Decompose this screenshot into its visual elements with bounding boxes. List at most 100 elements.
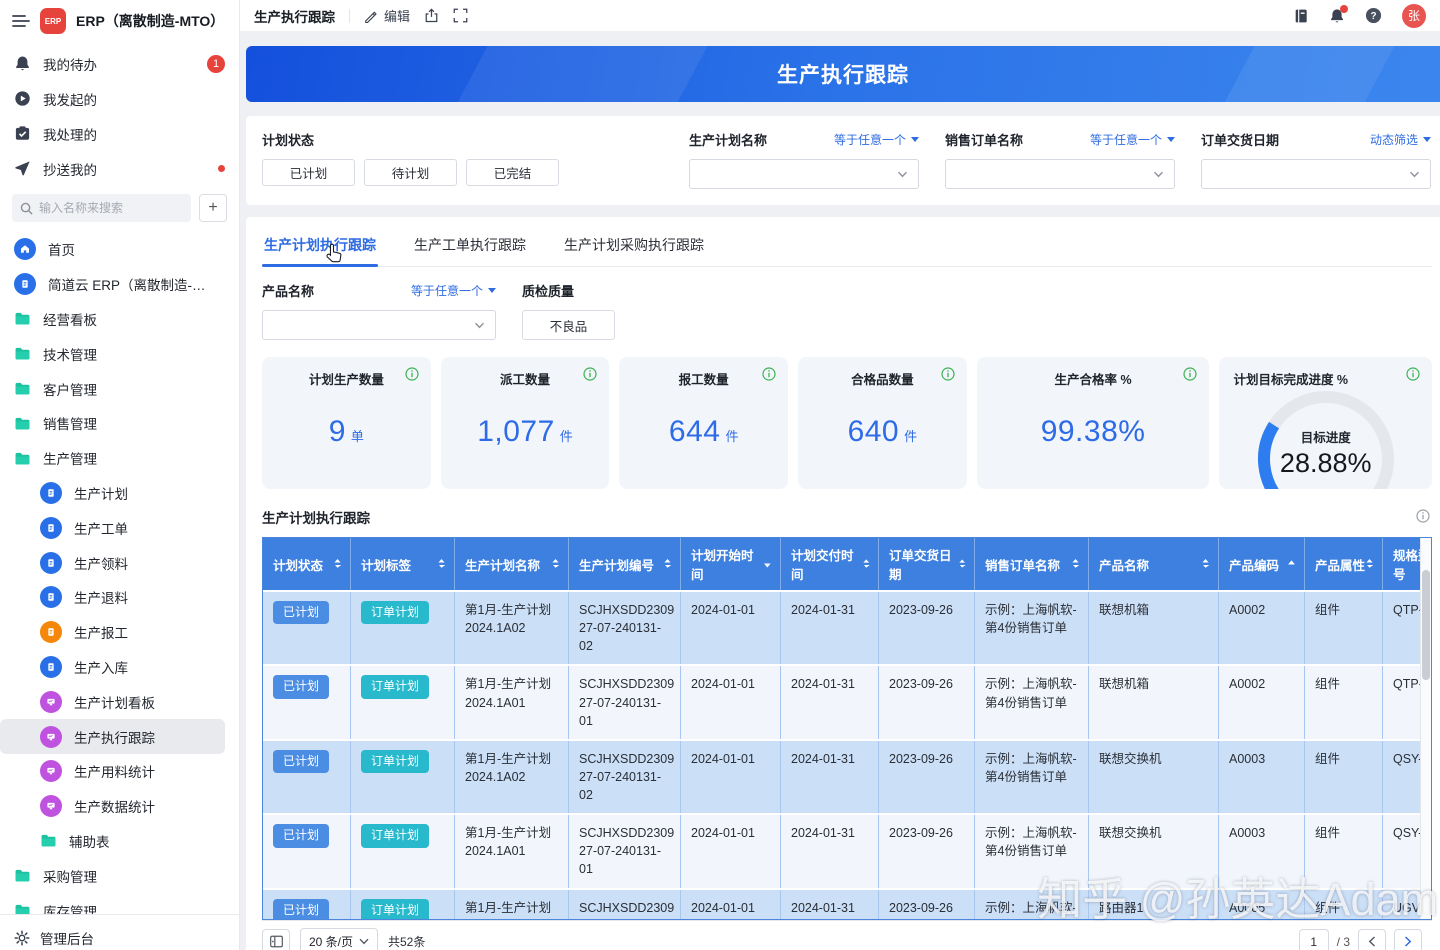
quick-item-task[interactable]: 我处理的	[0, 116, 239, 151]
stat-card-target-progress: 计划目标完成进度 % 目标进度 28.88%	[1219, 357, 1432, 489]
column-label: 计划交付时间	[791, 545, 862, 583]
sidebar-item[interactable]: 简道云 ERP（离散制造-MTO）…	[0, 267, 225, 302]
cell-start-date: 2024-01-01	[681, 666, 781, 738]
delivery-date-operator[interactable]: 动态筛选	[1370, 131, 1431, 148]
sidebar-search[interactable]	[12, 194, 191, 222]
table-row[interactable]: 已计划订单计划第1月-生产计划 2024.1A01SCJHXSDD2309 27…	[263, 664, 1432, 738]
status-option-button[interactable]: 已计划	[262, 159, 355, 186]
help-button[interactable]: ?	[1365, 7, 1382, 24]
info-icon[interactable]	[405, 367, 419, 384]
info-icon[interactable]	[941, 367, 955, 384]
column-header[interactable]: 生产计划名称	[455, 538, 569, 590]
table-scrollbar[interactable]	[1420, 538, 1431, 919]
export-button[interactable]	[424, 8, 439, 23]
stat-value: 1,077件	[441, 415, 610, 449]
table-row[interactable]: 已计划订单计划第1月-生产计划 2024.1A02SCJHXSDD2309 27…	[263, 888, 1432, 921]
table-row[interactable]: 已计划订单计划第1月-生产计划 2024.1A02SCJHXSDD2309 27…	[263, 590, 1432, 664]
quick-item-bell[interactable]: 我的待办1	[0, 46, 239, 81]
sidebar-item[interactable]: 库存管理	[0, 893, 225, 914]
column-header[interactable]: 计划开始时间	[681, 538, 781, 590]
tab-purchase-tracking[interactable]: 生产计划采购执行跟踪	[562, 229, 706, 266]
sidebar-item-label: 生产数据统计	[74, 796, 155, 816]
info-icon[interactable]	[1183, 367, 1197, 384]
sidebar-item[interactable]: 生产入库	[0, 650, 225, 685]
edit-button[interactable]: 编辑	[364, 6, 410, 25]
sidebar-item[interactable]: 生产用料统计	[0, 754, 225, 789]
status-option-button[interactable]: 待计划	[364, 159, 457, 186]
cell-delivery-date: 2023-09-26	[879, 592, 975, 664]
stat-value: 9单	[262, 415, 431, 449]
plan-name-operator[interactable]: 等于任意一个	[834, 131, 919, 148]
plan-name-select[interactable]	[689, 159, 919, 189]
stat-value: 99.38%	[977, 415, 1210, 449]
app-logo: ERP	[40, 8, 66, 34]
tab-workorder-tracking[interactable]: 生产工单执行跟踪	[412, 229, 528, 266]
page-size-select[interactable]: 20 条/页	[300, 928, 378, 950]
sidebar-item[interactable]: 销售管理	[0, 406, 225, 441]
order-name-select[interactable]	[945, 159, 1175, 189]
scrollbar-thumb[interactable]	[1422, 570, 1430, 680]
table-row[interactable]: 已计划订单计划第1月-生产计划 2024.1A01SCJHXSDD2309 27…	[263, 813, 1432, 887]
prev-page-button[interactable]	[1358, 929, 1386, 950]
play-icon	[14, 90, 31, 107]
plan-tag-badge: 订单计划	[361, 601, 429, 624]
cell-due-date: 2024-01-31	[781, 741, 879, 813]
sidebar-item[interactable]: 生产计划	[0, 476, 225, 511]
sort-icon	[958, 558, 966, 570]
quick-item-send[interactable]: 抄送我的	[0, 151, 239, 186]
sidebar-item[interactable]: 生产领料	[0, 545, 225, 580]
sidebar-item[interactable]: 生产计划看板	[0, 684, 225, 719]
quick-item-play[interactable]: 我发起的	[0, 81, 239, 116]
fullscreen-button[interactable]	[453, 8, 468, 23]
next-page-button[interactable]	[1394, 929, 1422, 950]
sidebar-item[interactable]: 生产管理	[0, 441, 225, 476]
sidebar-item[interactable]: 生产退料	[0, 580, 225, 615]
column-header[interactable]: 计划标签	[351, 538, 455, 590]
column-header[interactable]: 计划交付时间	[781, 538, 879, 590]
contacts-button[interactable]	[1293, 8, 1309, 24]
sidebar-item[interactable]: 客户管理	[0, 371, 225, 406]
triangle-down-icon	[488, 288, 496, 293]
hamburger-menu-icon[interactable]	[12, 14, 30, 28]
column-header[interactable]: 产品名称	[1089, 538, 1219, 590]
info-icon[interactable]	[583, 367, 597, 384]
qc-defective-button[interactable]: 不良品	[522, 310, 615, 340]
status-option-button[interactable]: 已完结	[466, 159, 559, 186]
sidebar-item[interactable]: 经营看板	[0, 302, 225, 337]
stat-card: 报工数量644件	[619, 357, 788, 489]
user-avatar[interactable]: 张	[1402, 4, 1426, 28]
sort-icon	[437, 558, 446, 570]
status-badge: 已计划	[273, 824, 329, 847]
search-input[interactable]	[39, 201, 159, 215]
sidebar-item[interactable]: 辅助表	[0, 824, 225, 859]
table-info-icon[interactable]	[1416, 509, 1430, 526]
tab-plan-tracking[interactable]: 生产计划执行跟踪	[262, 229, 378, 266]
product-name-select[interactable]	[262, 310, 496, 340]
sidebar-footer[interactable]: 管理后台	[0, 914, 239, 950]
sidebar-item[interactable]: 技术管理	[0, 336, 225, 371]
column-header[interactable]: 销售订单名称	[975, 538, 1089, 590]
product-name-operator[interactable]: 等于任意一个	[411, 282, 496, 299]
sidebar-item[interactable]: 生产工单	[0, 510, 225, 545]
column-header[interactable]: 计划状态	[263, 538, 351, 590]
column-header[interactable]: 生产计划编号	[569, 538, 681, 590]
column-settings-button[interactable]	[262, 929, 290, 950]
sidebar-item[interactable]: 首页	[0, 232, 225, 267]
column-header[interactable]: 订单交货日期	[879, 538, 975, 590]
delivery-date-select[interactable]	[1201, 159, 1431, 189]
info-icon[interactable]	[762, 367, 776, 384]
sidebar-item[interactable]: 生产报工	[0, 615, 225, 650]
column-header[interactable]: 产品属性	[1305, 538, 1383, 590]
table-row[interactable]: 已计划订单计划第1月-生产计划 2024.1A02SCJHXSDD2309 27…	[263, 739, 1432, 813]
page-number-input[interactable]	[1299, 929, 1329, 950]
order-name-operator[interactable]: 等于任意一个	[1090, 131, 1175, 148]
cell-tag: 订单计划	[351, 592, 455, 664]
bell-icon	[14, 55, 31, 72]
sidebar-item[interactable]: 生产数据统计	[0, 789, 225, 824]
notifications-button[interactable]	[1329, 8, 1345, 24]
sidebar-item[interactable]: 采购管理	[0, 858, 225, 893]
folder-icon	[14, 868, 31, 883]
add-app-button[interactable]: +	[199, 194, 227, 222]
sidebar-item[interactable]: 生产执行跟踪	[0, 719, 225, 754]
column-header[interactable]: 产品编码	[1219, 538, 1305, 590]
